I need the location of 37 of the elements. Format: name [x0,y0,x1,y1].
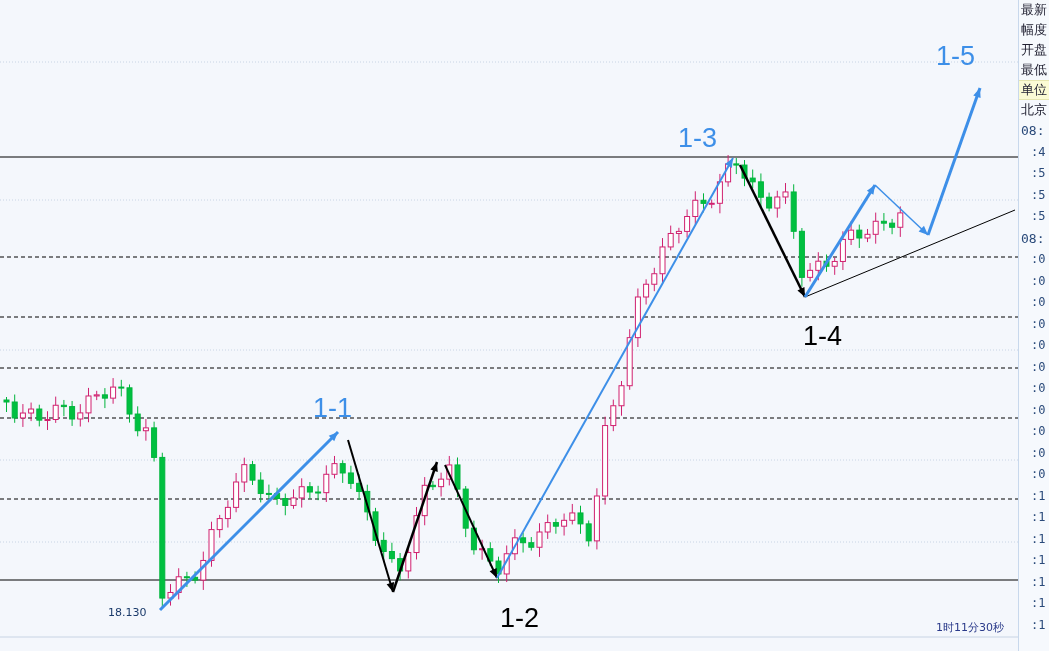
wave-label: 1-3 [678,122,718,154]
time-label: :0 [1030,444,1047,462]
time-label: 08: [1020,122,1046,140]
time-label: :1 [1030,573,1047,591]
time-label: :0 [1030,337,1047,354]
info-label: 幅度 [1020,21,1048,39]
time-label: 08: [1020,229,1046,248]
info-label: 开盘 [1020,41,1048,59]
wave-label: 1-5 [936,40,976,72]
time-label: :1 [1030,487,1047,505]
time-label: :5 [1030,165,1047,182]
info-label: 最低 [1020,61,1048,79]
time-label: :0 [1030,251,1047,268]
time-label: :0 [1030,401,1047,419]
price-label: 18.130 [108,606,147,619]
info-label: 单位 [1019,80,1049,100]
info-label: 北京 [1020,101,1048,119]
time-label: :0 [1030,294,1047,311]
time-label: :5 [1030,186,1047,204]
time-label: :1 [1030,595,1047,612]
time-label: :4 [1030,143,1047,161]
time-label: :0 [1030,358,1047,376]
time-label: :0 [1030,423,1047,440]
time-label: :0 [1030,380,1047,397]
info-label: 最新 [1020,1,1048,19]
time-label: :0 [1030,466,1047,483]
wave-label: 1-2 [500,602,540,634]
time-label: :0 [1030,315,1047,333]
time-label: :1 [1030,530,1047,548]
wave-label: 1-1 [313,392,353,424]
time-label: :0 [1030,272,1047,290]
wave-label: 1-4 [803,320,843,352]
time-label: :1 [1030,616,1047,634]
time-label: :5 [1030,208,1047,225]
countdown-timer: 1时11分30秒 [936,620,1004,635]
time-label: :1 [1030,552,1047,569]
time-label: :1 [1030,509,1047,526]
